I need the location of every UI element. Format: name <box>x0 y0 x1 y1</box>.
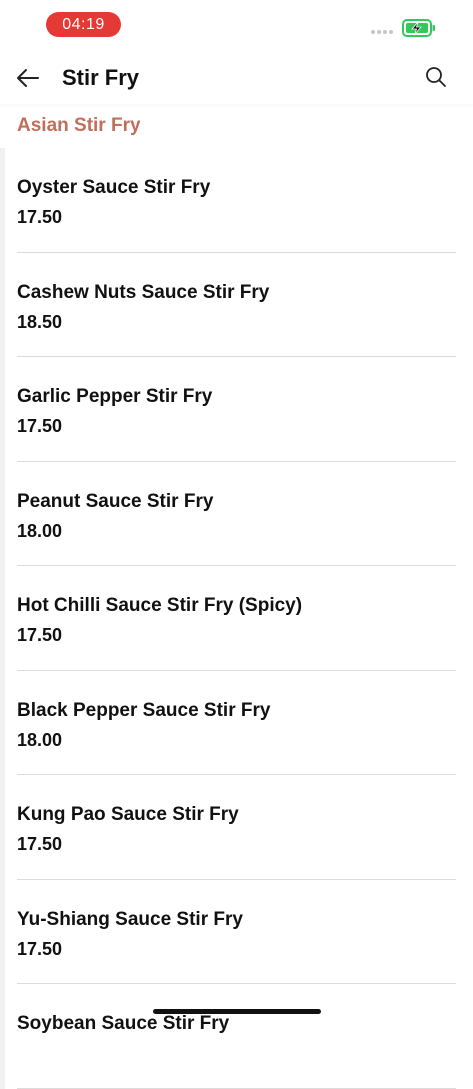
signal-icon <box>371 30 393 34</box>
arrow-left-icon[interactable] <box>14 64 42 92</box>
item-name: Garlic Pepper Stir Fry <box>17 386 213 407</box>
home-indicator <box>153 1009 321 1014</box>
list-item[interactable]: Cashew Nuts Sauce Stir Fry 18.50 <box>0 252 473 358</box>
search-icon[interactable] <box>423 64 449 90</box>
item-price: 18.50 <box>17 311 63 332</box>
item-price: 17.50 <box>17 625 63 645</box>
list-item[interactable]: Peanut Sauce Stir Fry 18.00 <box>0 461 473 567</box>
item-name: Soybean Sauce Stir Fry <box>17 1013 230 1034</box>
menu-list: Oyster Sauce Stir Fry 17.50 Cashew Nuts … <box>0 148 473 1089</box>
list-item[interactable]: Kung Pao Sauce Stir Fry 17.50 <box>0 775 473 880</box>
section-title: Asian Stir Fry <box>17 115 141 136</box>
item-price: 18.00 <box>17 729 63 750</box>
status-bar: 04:19 <box>0 0 473 50</box>
item-name: Yu-Shiang Sauce Stir Fry <box>17 908 243 930</box>
item-name: Cashew Nuts Sauce Stir Fry <box>17 281 270 303</box>
list-item[interactable]: Garlic Pepper Stir Fry 17.50 <box>0 357 473 462</box>
item-name: Hot Chilli Sauce Stir Fry (Spicy) <box>17 595 303 616</box>
item-price: 17.50 <box>17 834 63 854</box>
list-item[interactable]: Soybean Sauce Stir Fry <box>0 984 473 1089</box>
item-name: Oyster Sauce Stir Fry <box>17 177 211 198</box>
app-header: Stir Fry <box>0 50 473 104</box>
battery-icon <box>402 19 435 37</box>
item-price: 17.50 <box>17 416 63 436</box>
item-name: Peanut Sauce Stir Fry <box>17 490 214 512</box>
status-time: 04:19 <box>46 12 121 37</box>
item-price: 17.50 <box>17 207 63 227</box>
item-name: Kung Pao Sauce Stir Fry <box>17 804 239 825</box>
list-item[interactable]: Yu-Shiang Sauce Stir Fry 17.50 <box>0 879 473 985</box>
item-price: 17.50 <box>17 938 63 959</box>
list-item[interactable]: Oyster Sauce Stir Fry 17.50 <box>0 148 473 253</box>
list-item[interactable]: Hot Chilli Sauce Stir Fry (Spicy) 17.50 <box>0 566 473 671</box>
list-item[interactable]: Black Pepper Sauce Stir Fry 18.00 <box>0 670 473 776</box>
item-price: 18.00 <box>17 520 63 541</box>
item-name: Black Pepper Sauce Stir Fry <box>17 699 271 721</box>
page-title: Stir Fry <box>62 65 140 90</box>
